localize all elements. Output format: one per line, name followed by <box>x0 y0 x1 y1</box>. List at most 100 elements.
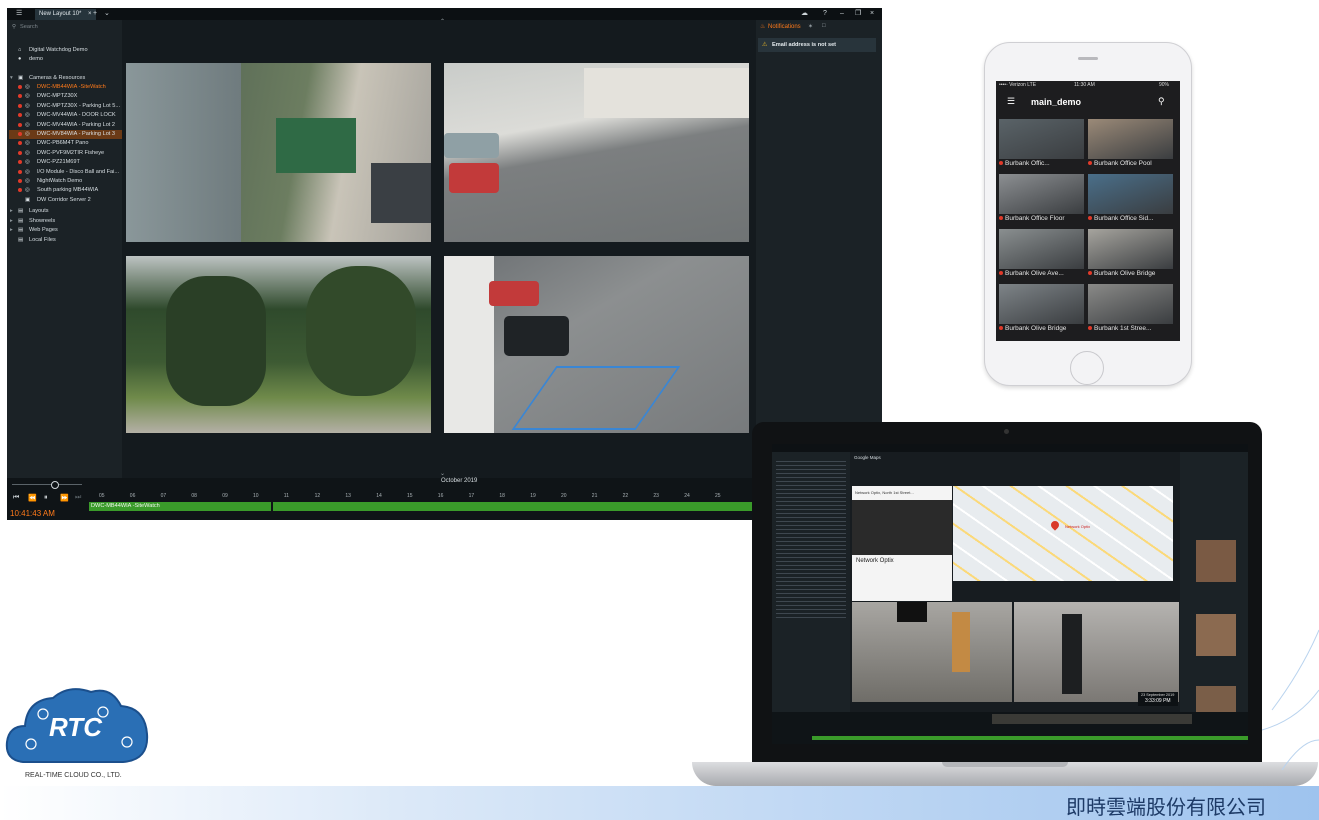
timeline-tick-label: 15 <box>407 493 413 499</box>
close-icon[interactable]: × <box>88 11 92 17</box>
camera-label: DWC-MPTZ30X - Parking Lot 5... <box>37 102 120 109</box>
phone-camera-item[interactable]: Burbank Olive Bridge <box>1088 229 1173 279</box>
map-search[interactable]: Network Optix, North 1st Street... <box>855 490 914 495</box>
forward-icon[interactable]: ⏩ <box>60 494 69 502</box>
map-view[interactable]: Network Optix <box>953 486 1173 581</box>
timeline-tick-label: 07 <box>160 493 167 499</box>
home-button[interactable] <box>1070 351 1104 385</box>
laptop-notch <box>942 762 1068 767</box>
camera-icon: ◎ <box>25 149 30 156</box>
camera-item[interactable]: ◎ DWC-MPTZ30X - Parking Lot 5... <box>9 102 122 111</box>
camera-item[interactable]: ◎ DWC-MV44WIA - DOOR LOCK <box>9 111 122 120</box>
person-thumb-1 <box>1196 540 1236 582</box>
collapse-bottom-icon[interactable]: ⌄ <box>440 470 445 477</box>
speed-slider[interactable] <box>12 484 82 485</box>
status-bar: ••••◦ Verizon LTE 11:30 AM 90% <box>996 81 1180 90</box>
company-name: 即時雲端股份有限公司 <box>1066 795 1266 819</box>
notifications-panel: ♨ Notifications ✶ □ ⚠ Email address is n… <box>756 20 882 478</box>
bookmark-icon[interactable]: □ <box>822 23 826 29</box>
group-item[interactable]: ▸ ▤ Web Pages <box>9 226 119 235</box>
alert-item[interactable]: ⚠ Email address is not set <box>758 38 876 52</box>
server-icon: ▣ <box>18 75 24 81</box>
search-icon[interactable]: ⚲ <box>1158 96 1165 107</box>
camera-item[interactable]: ◎ South parking MB44WIA <box>9 186 122 195</box>
map-place-card[interactable]: Network Optix, North 1st Street... Netwo… <box>852 486 952 601</box>
camera-item[interactable]: ◎ NightWatch Demo <box>9 177 122 186</box>
camera-icon: ◎ <box>25 159 30 166</box>
pause-icon[interactable]: ⏸ <box>44 494 48 502</box>
recording-dot-icon <box>18 132 22 136</box>
camera-tile-4[interactable] <box>444 256 749 433</box>
recording-dot-icon <box>999 326 1003 331</box>
group-item[interactable]: ▤ Local Files <box>9 236 119 245</box>
skip-forward-icon[interactable]: ⏭ <box>75 494 81 502</box>
window-close-icon[interactable]: × <box>870 9 874 19</box>
camera-item[interactable]: ◎ I/O Module - Disco Ball and Fai... <box>9 168 122 177</box>
camera-label: Burbank Olive Bridge <box>1088 270 1155 277</box>
camera-item[interactable]: ◎ DWC-MV44WIA - Parking Lot 2 <box>9 121 122 130</box>
phone-camera-item[interactable]: Burbank Office Sid... <box>1088 174 1173 224</box>
search-placeholder: Search <box>20 24 38 30</box>
speed-slider-handle[interactable] <box>51 481 59 489</box>
laptop-recording-track[interactable] <box>812 736 1248 740</box>
timeline[interactable]: ⌄ ⏮ ⏪ ⏸ ⏩ ⏭ 10:41:43 AM October 2019 05 0… <box>7 471 882 520</box>
phone-camera-item[interactable]: Burbank Olive Ave... <box>999 229 1084 279</box>
group-item[interactable]: ▸ ▤ Layouts <box>9 207 119 216</box>
tree-shape <box>306 266 416 396</box>
add-tab-icon[interactable]: + <box>93 9 97 19</box>
camera-tile-3[interactable] <box>126 256 431 433</box>
expand-icon[interactable]: ▸ <box>10 217 13 225</box>
search-box[interactable]: ⚲ Search <box>12 22 118 32</box>
camera-item[interactable]: ◎ DWC-MV84WIA - Parking Lot 3 <box>9 130 122 139</box>
camera-label: DWC-PZ21M69T <box>37 159 80 166</box>
tv-shape <box>897 602 927 622</box>
recording-dot-icon <box>18 103 22 108</box>
expand-icon[interactable]: ▸ <box>10 207 13 215</box>
phone-camera-item[interactable]: Burbank Office Pool <box>1088 119 1173 169</box>
restore-icon[interactable]: ❐ <box>855 9 861 19</box>
camera-item[interactable]: ▣ DW Corridor Server 2 <box>9 196 122 205</box>
chevron-down-icon[interactable]: ⌄ <box>104 9 110 19</box>
recording-dot-icon <box>1088 161 1092 166</box>
menu-icon[interactable]: ☰ <box>1007 96 1015 107</box>
map-tab[interactable]: Google Maps <box>854 455 881 460</box>
camera-tile-2[interactable] <box>444 63 749 242</box>
decorative-lines <box>1262 629 1319 771</box>
camera-thumbnail <box>999 174 1084 214</box>
phone-camera-item[interactable]: Burbank Office Floor <box>999 174 1084 224</box>
phone-camera-item[interactable]: Burbank Offic... <box>999 119 1084 169</box>
camera-tile-1[interactable] <box>126 63 431 242</box>
group-item[interactable]: ▸ ▤ Showreels <box>9 217 119 226</box>
motion-icon[interactable]: ✶ <box>808 23 813 30</box>
notifications-tab[interactable]: Notifications <box>768 24 801 30</box>
rewind-icon[interactable]: ⏪ <box>28 494 37 502</box>
camera-item[interactable]: ◎ DWC-PVF9M2TIR Fisheye <box>9 149 122 158</box>
tree-root[interactable]: Cameras & Resources <box>29 74 85 82</box>
laptop-timeline[interactable] <box>772 712 1248 744</box>
camera-item[interactable]: ◎ DWC-PB6M4T Pano <box>9 139 122 148</box>
tree-shape <box>166 276 266 406</box>
site-name[interactable]: Digital Watchdog Demo <box>29 46 88 54</box>
folder-icon: ▤ <box>18 227 24 233</box>
laptop-camera-office[interactable] <box>852 602 1012 702</box>
expand-icon[interactable]: ▾ <box>10 74 13 82</box>
expand-icon[interactable]: ▸ <box>10 226 13 234</box>
help-icon[interactable]: ? <box>823 9 827 19</box>
marker-label: Network Optix <box>1065 524 1091 529</box>
user-name[interactable]: demo <box>29 55 43 63</box>
minimize-icon[interactable]: – <box>840 9 844 19</box>
skip-back-icon[interactable]: ⏮ <box>13 494 19 502</box>
folder-icon: ▤ <box>18 208 24 214</box>
camera-item[interactable]: ◎ DWC-MPTZ30X <box>9 92 122 101</box>
recording-dot-icon <box>1088 216 1092 221</box>
menu-icon[interactable]: ☰ <box>16 9 22 19</box>
camera-item[interactable]: ◎ DWC-MB44WIA -SiteWatch <box>9 83 122 92</box>
cloud-icon[interactable]: ☁ <box>801 9 808 19</box>
tab-layout[interactable]: New Layout 10* × <box>35 9 96 20</box>
phone-camera-item[interactable]: Burbank Olive Bridge <box>999 284 1084 334</box>
collapse-top-icon[interactable]: ⌃ <box>440 18 445 25</box>
phone-camera-item[interactable]: Burbank 1st Stree... <box>1088 284 1173 334</box>
timeline-tick-label: 08 <box>191 493 197 499</box>
laptop-camera-person[interactable] <box>1014 602 1179 702</box>
camera-item[interactable]: ◎ DWC-PZ21M69T <box>9 158 122 167</box>
